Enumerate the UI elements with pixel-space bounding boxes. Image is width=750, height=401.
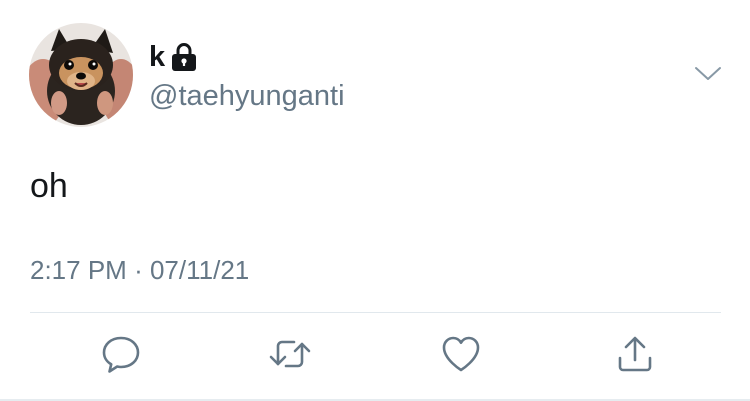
display-name: k [149, 41, 166, 73]
share-icon [615, 334, 655, 379]
chevron-down-icon[interactable] [693, 63, 723, 83]
reply-button[interactable] [99, 334, 143, 378]
tweet-time: 2:17 PM [30, 255, 127, 285]
divider [30, 312, 721, 313]
tweet-date: 07/11/21 [149, 255, 250, 285]
retweet-button[interactable] [268, 334, 312, 378]
tweet-card: k @taehyunganti oh 2:17 PM · 07/11/21 [0, 0, 750, 401]
meta-separator: · [134, 255, 143, 285]
username-handle[interactable]: @taehyunganti [149, 80, 345, 112]
heart-icon [440, 334, 482, 379]
avatar[interactable] [29, 23, 133, 127]
speech-bubble-icon [101, 334, 141, 379]
tweet-timestamp[interactable]: 2:17 PM · 07/11/21 [30, 254, 249, 286]
avatar-image [29, 23, 133, 127]
like-button[interactable] [439, 334, 483, 378]
share-button[interactable] [613, 334, 657, 378]
lock-icon [171, 42, 197, 72]
display-name-row[interactable]: k [149, 42, 197, 72]
retweet-icon [268, 334, 312, 379]
tweet-text: oh [30, 167, 68, 205]
